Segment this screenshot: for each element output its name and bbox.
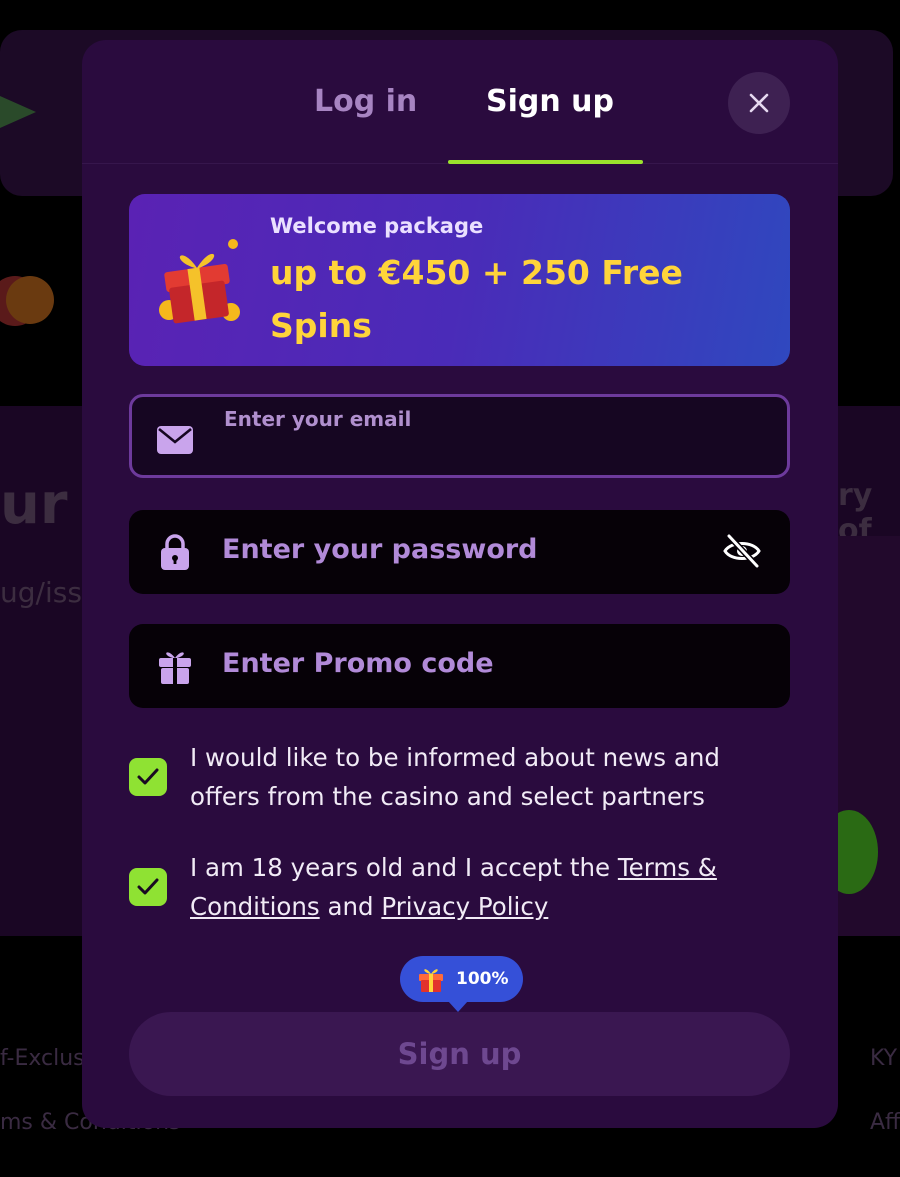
- bonus-badge: 100%: [400, 956, 523, 1012]
- background-footer-link: Aff: [870, 1110, 900, 1135]
- terms-consent-prefix: I am 18 years old and I accept the: [190, 853, 618, 882]
- email-field[interactable]: Enter your email: [129, 394, 790, 478]
- promo-code-placeholder: Enter Promo code: [222, 648, 494, 679]
- background-payment-logos: [0, 276, 54, 330]
- background-footer-link: f-Exclus: [0, 1046, 85, 1071]
- tab-login[interactable]: Log in: [314, 84, 417, 119]
- close-button[interactable]: [728, 72, 790, 134]
- privacy-policy-link[interactable]: Privacy Policy: [381, 892, 548, 921]
- gift-icon: [419, 969, 443, 992]
- gift-box-icon: [159, 239, 240, 324]
- promo-label: Welcome package: [270, 214, 484, 238]
- terms-consent-checkbox[interactable]: [129, 868, 167, 906]
- active-tab-indicator: [448, 160, 643, 164]
- eye-slash-icon[interactable]: [721, 530, 763, 572]
- background-logo: [0, 96, 36, 128]
- news-consent-text: I would like to be informed about news a…: [190, 743, 720, 811]
- close-icon: [749, 93, 769, 113]
- signup-modal: Log in Sign up Welcome package up to €45…: [82, 40, 838, 1128]
- lock-icon: [155, 532, 195, 572]
- promo-offer: up to €450 + 250 Free Spins: [270, 253, 683, 345]
- email-field-label: Enter your email: [224, 407, 412, 431]
- mail-icon: [155, 420, 195, 460]
- background-card-circle: [6, 276, 54, 324]
- checkmark-icon: [137, 878, 159, 895]
- password-field[interactable]: Enter your password: [129, 510, 790, 594]
- background-footer-link: KY: [870, 1046, 898, 1071]
- terms-consent-text: I am 18 years old and I accept the Terms…: [190, 848, 790, 926]
- welcome-package-banner: Welcome package up to €450 + 250 Free Sp…: [129, 194, 790, 366]
- bonus-percent: 100%: [456, 969, 509, 989]
- gift-icon: [155, 646, 195, 686]
- email-input[interactable]: [224, 437, 744, 467]
- tab-signup[interactable]: Sign up: [486, 84, 614, 119]
- password-placeholder: Enter your password: [222, 534, 538, 565]
- signup-submit-button[interactable]: Sign up: [129, 1012, 790, 1096]
- promo-code-field[interactable]: Enter Promo code: [129, 624, 790, 708]
- background-hero-subtitle: ug/iss: [0, 576, 82, 609]
- news-consent-checkbox[interactable]: [129, 758, 167, 796]
- checkmark-icon: [137, 768, 159, 785]
- terms-consent-middle: and: [319, 892, 382, 921]
- auth-tabs: Log in Sign up: [82, 40, 838, 164]
